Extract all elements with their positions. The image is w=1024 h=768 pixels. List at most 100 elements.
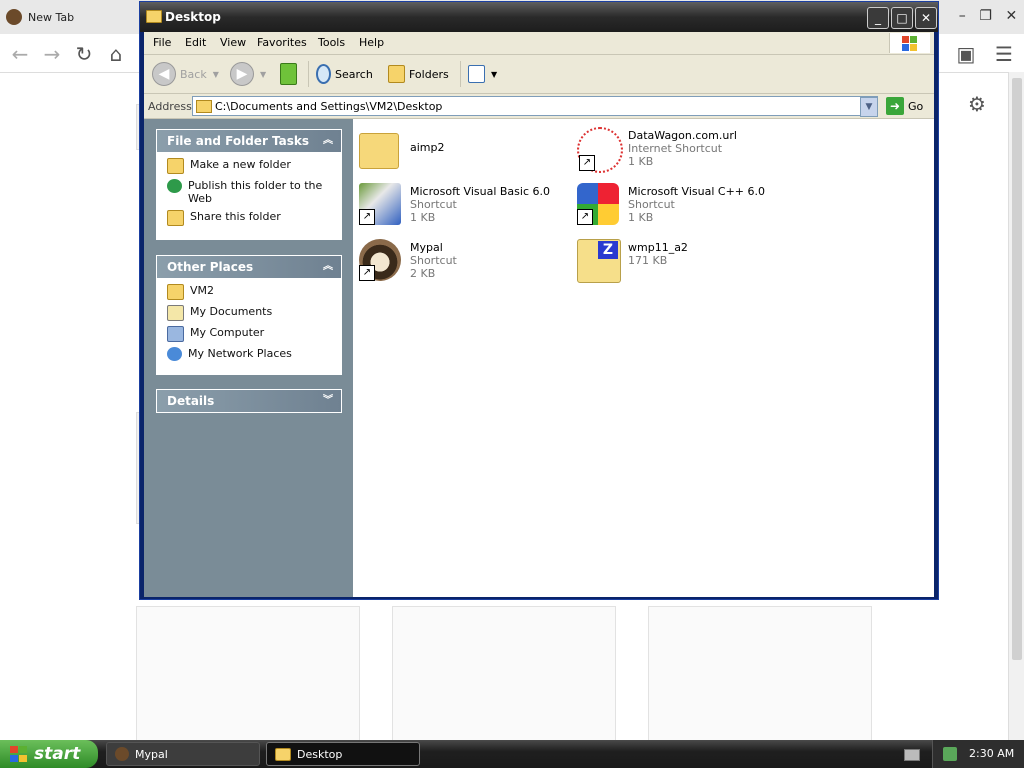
panel-header[interactable]: File and Folder Tasks ︽ xyxy=(157,130,341,152)
panel-header[interactable]: Other Places ︽ xyxy=(157,256,341,278)
clock[interactable]: 2:30 AM xyxy=(969,747,1014,760)
browser-forward-button[interactable]: → xyxy=(40,42,64,66)
start-button[interactable]: start xyxy=(0,740,98,768)
expand-chevron-icon[interactable]: ︾ xyxy=(323,390,333,412)
file-type: Shortcut xyxy=(410,254,457,267)
file-item[interactable]: ↗ Microsoft Visual C++ 6.0 Shortcut 1 KB xyxy=(577,181,787,231)
system-tray: 2:30 AM xyxy=(932,740,1024,768)
taskbar-item-mypal[interactable]: Mypal xyxy=(106,742,260,766)
browser-restore-button[interactable]: ❐ xyxy=(979,8,992,24)
back-arrow-icon: ◀ xyxy=(152,62,176,86)
place-link-label: VM2 xyxy=(190,284,215,297)
place-link[interactable]: My Network Places xyxy=(167,347,333,361)
file-size: 1 KB xyxy=(628,155,654,168)
taskbar-item-desktop[interactable]: Desktop xyxy=(266,742,420,766)
new-folder-icon xyxy=(167,158,184,174)
collapse-chevron-icon[interactable]: ︽ xyxy=(323,130,333,152)
file-folder-tasks-panel: File and Folder Tasks ︽ Make a new folde… xyxy=(156,129,342,240)
menu-help[interactable]: Help xyxy=(359,36,384,49)
browser-reload-button[interactable]: ↻ xyxy=(72,42,96,66)
folders-button[interactable]: Folders xyxy=(388,61,449,87)
file-item[interactable]: ↗ Microsoft Visual Basic 6.0 Shortcut 1 … xyxy=(359,181,569,231)
browser-tab[interactable]: New Tab xyxy=(6,4,136,30)
task-link[interactable]: Make a new folder xyxy=(167,158,333,174)
back-dropdown-icon[interactable]: ▼ xyxy=(213,70,219,79)
file-item[interactable]: aimp2 xyxy=(359,125,569,175)
place-link[interactable]: My Computer xyxy=(167,326,333,342)
toolbar-separator xyxy=(308,61,309,87)
task-link-label: Publish this folder to the Web xyxy=(188,179,323,205)
maximize-button[interactable]: □ xyxy=(891,7,913,29)
file-name: Mypal xyxy=(410,241,443,254)
file-name: wmp11_a2 xyxy=(628,241,688,254)
network-places-icon xyxy=(167,347,182,361)
explorer-title: Desktop xyxy=(165,10,221,24)
browser-minimize-button[interactable]: – xyxy=(959,8,966,24)
address-input[interactable]: C:\Documents and Settings\VM2\Desktop xyxy=(192,96,878,116)
speed-dial-tile[interactable] xyxy=(392,606,616,742)
browser-home-button[interactable]: ⌂ xyxy=(104,42,128,66)
globe-icon xyxy=(167,179,182,193)
forward-button[interactable]: ▶ ▼ xyxy=(230,61,266,87)
views-dropdown-icon[interactable]: ▼ xyxy=(491,70,497,79)
menu-file[interactable]: File xyxy=(153,36,171,49)
browser-sidebar-icon[interactable]: ▣ xyxy=(954,42,978,66)
panel-body: Make a new folder Publish this folder to… xyxy=(157,152,341,239)
minimize-button[interactable]: _ xyxy=(867,7,889,29)
go-button[interactable]: ➜ Go xyxy=(886,96,923,116)
menu-view[interactable]: View xyxy=(220,36,246,49)
browser-menu-button[interactable]: ☰ xyxy=(992,42,1016,66)
folders-label: Folders xyxy=(409,67,449,81)
back-button[interactable]: ◀ Back ▼ xyxy=(152,61,219,87)
keyboard-icon[interactable] xyxy=(904,749,920,761)
views-button[interactable]: ▼ xyxy=(468,61,497,87)
search-label: Search xyxy=(335,67,373,81)
file-item[interactable]: Z wmp11_a2 171 KB xyxy=(577,237,787,287)
task-link[interactable]: Publish this folder to the Web xyxy=(167,179,333,205)
browser-scrollbar-thumb[interactable] xyxy=(1012,78,1022,660)
taskbar-item-label: Desktop xyxy=(297,747,343,761)
file-type: Shortcut xyxy=(628,198,675,211)
menu-tools[interactable]: Tools xyxy=(318,36,345,49)
file-name: Microsoft Visual Basic 6.0 xyxy=(410,185,551,198)
search-button[interactable]: Search xyxy=(316,61,373,87)
file-type: Internet Shortcut xyxy=(628,142,723,155)
file-size: 171 KB xyxy=(628,254,668,267)
place-link[interactable]: My Documents xyxy=(167,305,333,321)
file-name: DataWagon.com.url xyxy=(628,129,737,142)
back-label: Back xyxy=(180,67,207,81)
place-link-label: My Network Places xyxy=(188,347,292,360)
browser-scrollbar[interactable] xyxy=(1008,72,1024,740)
explorer-window: Desktop _ □ ✕ File Edit View Favorites T… xyxy=(139,1,939,600)
menu-edit[interactable]: Edit xyxy=(185,36,206,49)
file-item[interactable]: ↗ Mypal Shortcut 2 KB xyxy=(359,237,569,287)
folder-icon xyxy=(146,10,162,23)
speed-dial-tile[interactable] xyxy=(648,606,872,742)
browser-settings-icon[interactable]: ⚙ xyxy=(965,92,989,116)
taskbar-item-label: Mypal xyxy=(135,747,168,761)
visual-cpp-icon: ↗ xyxy=(577,183,619,225)
share-folder-icon xyxy=(167,210,184,226)
place-link[interactable]: VM2 xyxy=(167,284,333,300)
file-item[interactable]: ↗ DataWagon.com.url Internet Shortcut 1 … xyxy=(577,125,787,175)
other-places-panel: Other Places ︽ VM2 My Documents My Compu… xyxy=(156,255,342,375)
file-name: Microsoft Visual C++ 6.0 xyxy=(628,185,765,198)
speed-dial-tile[interactable] xyxy=(136,606,360,742)
forward-dropdown-icon[interactable]: ▼ xyxy=(260,70,266,79)
task-pane: File and Folder Tasks ︽ Make a new folde… xyxy=(144,119,353,597)
browser-close-button[interactable]: ✕ xyxy=(1005,8,1017,24)
datawagon-url-icon: ↗ xyxy=(577,127,623,173)
go-label: Go xyxy=(908,99,924,113)
menu-favorites[interactable]: Favorites xyxy=(257,36,307,49)
up-folder-button[interactable] xyxy=(280,61,297,87)
close-button[interactable]: ✕ xyxy=(915,7,937,29)
tray-app-icon[interactable] xyxy=(943,747,957,761)
collapse-chevron-icon[interactable]: ︽ xyxy=(323,256,333,278)
address-dropdown-button[interactable]: ▼ xyxy=(860,97,878,117)
start-label: start xyxy=(34,744,81,764)
panel-header[interactable]: Details ︾ xyxy=(157,390,341,412)
task-link[interactable]: Share this folder xyxy=(167,210,333,226)
explorer-titlebar[interactable]: Desktop _ □ ✕ xyxy=(140,2,938,32)
forward-arrow-icon: ▶ xyxy=(230,62,254,86)
browser-back-button[interactable]: ← xyxy=(8,42,32,66)
